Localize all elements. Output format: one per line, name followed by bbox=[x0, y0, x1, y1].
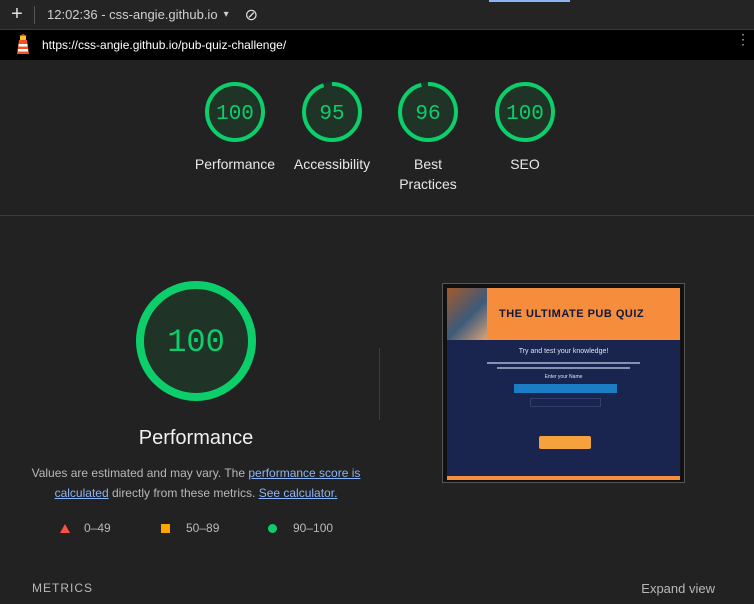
gauge-label: SEO bbox=[510, 156, 540, 172]
gauge-accessibility[interactable]: 95 Accessibility bbox=[282, 80, 382, 174]
screenshot-input bbox=[514, 384, 617, 393]
final-screenshot[interactable]: THE ULTIMATE PUB QUIZ Try and test your … bbox=[442, 283, 685, 483]
screenshot-text-line bbox=[497, 367, 630, 369]
gauge-seo[interactable]: 100 SEO bbox=[475, 80, 575, 174]
screenshot-footer bbox=[447, 476, 680, 480]
report-selector[interactable]: 12:02:36 - css-angie.github.io bbox=[47, 7, 218, 22]
vertical-divider bbox=[379, 348, 380, 420]
performance-gauge-large: 100 bbox=[136, 281, 256, 401]
screenshot-start-button bbox=[539, 436, 591, 449]
report-url-bar: https://css-angie.github.io/pub-quiz-cha… bbox=[0, 30, 754, 60]
gauge-value: 100 bbox=[506, 103, 544, 126]
performance-score-value: 100 bbox=[167, 324, 225, 361]
gauge-value: 100 bbox=[216, 103, 254, 126]
desc-text: directly from these metrics. bbox=[108, 486, 259, 500]
lighthouse-icon bbox=[17, 34, 29, 54]
screenshot-text-line bbox=[487, 362, 640, 364]
section-divider bbox=[0, 215, 754, 216]
square-icon bbox=[161, 523, 170, 533]
gauge-ring: 96 bbox=[398, 82, 458, 142]
legend-pass-label: 90–100 bbox=[293, 521, 334, 535]
legend-average: 50–89 bbox=[161, 521, 219, 535]
metrics-heading: METRICS bbox=[32, 581, 93, 595]
screenshot-hero-image bbox=[447, 288, 487, 340]
screenshot-body: Try and test your knowledge! Enter your … bbox=[447, 340, 680, 476]
gauge-label: Best Practices bbox=[399, 156, 457, 192]
new-report-button[interactable]: + bbox=[0, 3, 34, 26]
screenshot-title: THE ULTIMATE PUB QUIZ bbox=[499, 308, 645, 320]
gauge-best-practices[interactable]: 96 Best Practices bbox=[378, 80, 478, 194]
more-options-icon[interactable]: ⋮ bbox=[736, 32, 750, 46]
screenshot-subtitle: Try and test your knowledge! bbox=[518, 348, 609, 355]
tab-indicator bbox=[489, 0, 570, 2]
score-gauges: 100 Performance 95 Accessibility 96 Best… bbox=[0, 80, 754, 210]
devtools-toolbar: + 12:02:36 - css-angie.github.io ▾ ⊘ bbox=[0, 0, 754, 30]
legend-pass: 90–100 bbox=[268, 521, 333, 535]
gauge-performance[interactable]: 100 Performance bbox=[185, 80, 285, 174]
toolbar-separator bbox=[34, 5, 35, 24]
gauge-label: Performance bbox=[194, 156, 276, 172]
chevron-down-icon[interactable]: ▾ bbox=[224, 9, 229, 20]
screenshot-input-label: Enter your Name bbox=[544, 374, 583, 380]
see-calculator-link[interactable]: See calculator. bbox=[259, 486, 338, 500]
desc-text: Values are estimated and may vary. The bbox=[31, 466, 249, 480]
performance-description: Values are estimated and may vary. The p… bbox=[30, 463, 362, 503]
performance-title: Performance bbox=[138, 427, 254, 449]
gauge-ring: 100 bbox=[205, 82, 265, 142]
screenshot-input-secondary bbox=[530, 398, 601, 407]
gauge-ring: 95 bbox=[302, 82, 362, 142]
circle-icon bbox=[268, 523, 277, 533]
legend-average-label: 50–89 bbox=[186, 521, 220, 535]
gauge-ring: 100 bbox=[495, 82, 555, 142]
gauge-value: 96 bbox=[415, 103, 440, 126]
page-url: https://css-angie.github.io/pub-quiz-cha… bbox=[42, 38, 287, 52]
gauge-label: Accessibility bbox=[293, 156, 371, 172]
triangle-icon bbox=[60, 523, 70, 533]
legend-fail-label: 0–49 bbox=[84, 521, 111, 535]
expand-view-button[interactable]: Expand view bbox=[641, 581, 715, 596]
legend-fail: 0–49 bbox=[60, 521, 111, 535]
screenshot-header: THE ULTIMATE PUB QUIZ bbox=[447, 288, 680, 340]
gauge-value: 95 bbox=[319, 103, 344, 126]
clear-icon[interactable]: ⊘ bbox=[245, 5, 258, 25]
